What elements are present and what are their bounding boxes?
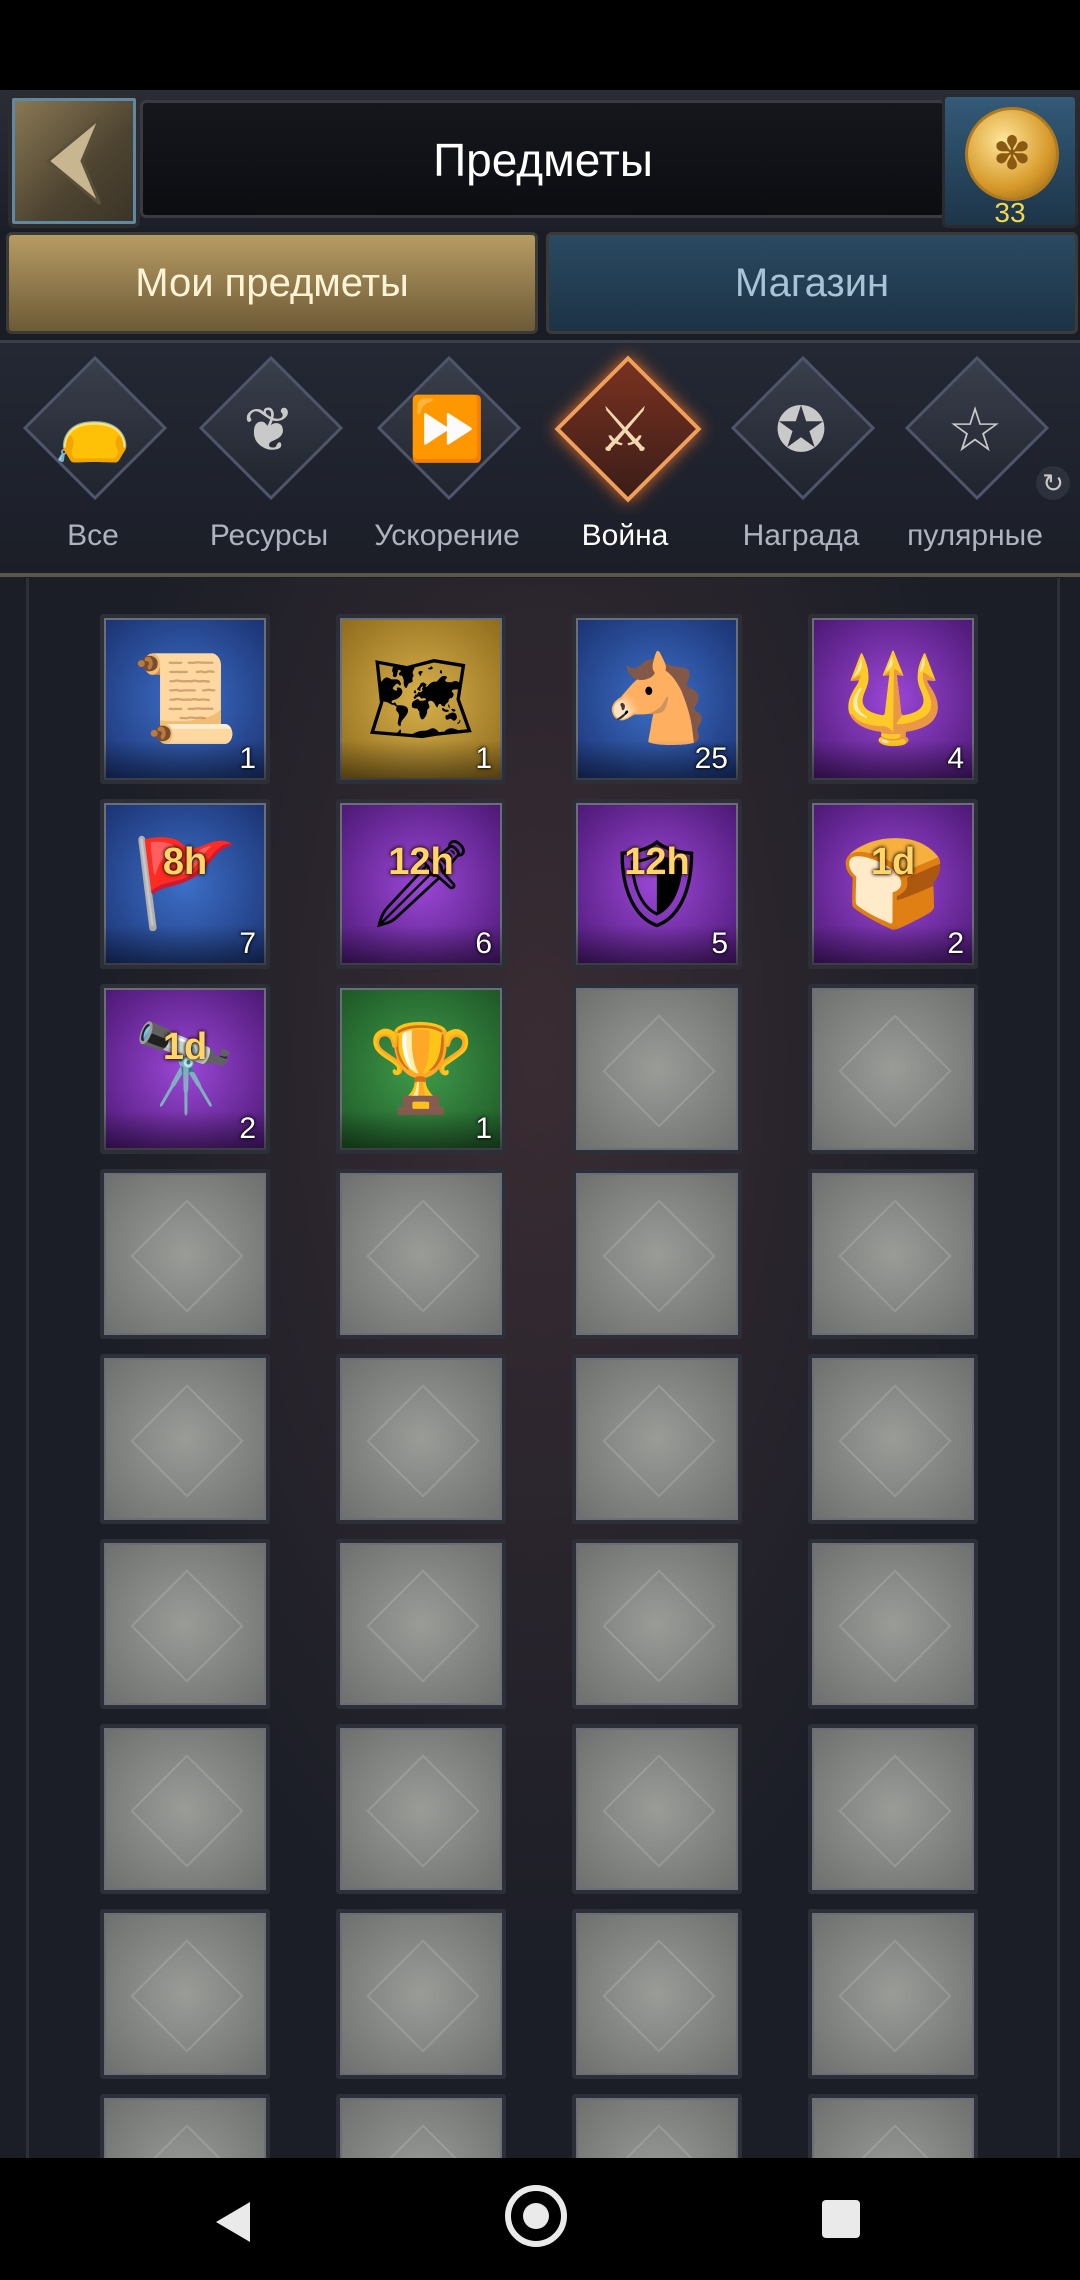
map-scroll-icon: 🗺 <box>366 651 476 747</box>
category-label: пулярные <box>907 519 1043 552</box>
item-slot[interactable]: 🚩 8h 7 <box>100 799 270 969</box>
item-slot[interactable]: 📜 1 <box>100 614 270 784</box>
category-label: Награда <box>742 519 860 552</box>
category-resources[interactable]: ❦ Ресурсы <box>180 343 358 563</box>
leaf-icon: ❦ <box>243 396 295 465</box>
item-slot[interactable]: 🗺 1 <box>336 614 506 784</box>
mystery-scroll-icon: 📜 <box>131 651 239 747</box>
item-duration-badge: 12h <box>388 841 454 883</box>
title-bar: Предметы <box>140 100 946 218</box>
item-quantity: 1 <box>239 742 256 775</box>
item-slot[interactable]: 🗡 12h 6 <box>336 799 506 969</box>
empty-slot <box>808 1724 978 1894</box>
item-quantity: 4 <box>947 742 964 775</box>
empty-slot <box>572 1169 742 1339</box>
coin-count: 33 <box>994 197 1026 228</box>
empty-slot <box>100 1169 270 1339</box>
empty-slot <box>100 1539 270 1709</box>
item-quantity: 5 <box>711 927 728 960</box>
category-reward[interactable]: ✪ Награда <box>712 343 890 563</box>
category-speedup[interactable]: ⏩ Ускорение <box>358 343 536 563</box>
empty-slot <box>336 1724 506 1894</box>
status-bar <box>0 0 1080 90</box>
category-label: Война <box>581 519 669 552</box>
empty-slot <box>336 1909 506 2079</box>
knight-rider-icon: 🐴 <box>603 651 711 747</box>
empty-slot <box>808 1909 978 2079</box>
item-quantity: 7 <box>239 927 256 960</box>
empty-slot <box>808 2094 978 2158</box>
star-badge-icon: ✪ <box>775 396 827 465</box>
item-duration-badge: 1d <box>870 841 916 883</box>
empty-slot <box>100 2094 270 2158</box>
item-slot[interactable]: 🔱 4 <box>808 614 978 784</box>
empty-slot <box>808 984 978 1154</box>
items-grid: 📜 1 🗺 1 🐴 25 🔱 4 🚩 8h 7 🗡 12h 6 🛡 12h 5 🍞 1d 2 🔭 1d 2 🏆 1 <box>0 578 1080 2158</box>
item-duration-badge: 8h <box>162 841 208 883</box>
fast-forward-icon: ⏩ <box>408 395 486 464</box>
empty-slot <box>336 1354 506 1524</box>
category-all[interactable]: 👝 Все <box>4 343 182 563</box>
coin-balance[interactable]: ✽ 33 <box>942 94 1078 228</box>
crossed-swords-icon: ⚔ <box>597 396 653 465</box>
refresh-icon[interactable]: ↻ <box>1036 466 1070 500</box>
empty-slot <box>336 1169 506 1339</box>
page-title: Предметы <box>433 134 653 186</box>
coin-icon: ✽ <box>965 107 1059 201</box>
category-label: Все <box>67 519 119 552</box>
empty-slot <box>336 2094 506 2158</box>
item-slot[interactable]: 🛡 12h 5 <box>572 799 742 969</box>
star-icon: ☆ <box>947 396 1003 465</box>
item-quantity: 25 <box>694 742 728 775</box>
empty-slot <box>572 2094 742 2158</box>
item-quantity: 1 <box>475 1112 492 1145</box>
empty-slot <box>100 1354 270 1524</box>
category-label: Ресурсы <box>209 519 329 552</box>
nav-home-icon[interactable] <box>505 2185 567 2247</box>
empty-slot <box>572 1909 742 2079</box>
item-slot[interactable]: 🐴 25 <box>572 614 742 784</box>
empty-slot <box>572 1354 742 1524</box>
item-duration-badge: 12h <box>624 841 690 883</box>
item-quantity: 2 <box>239 1112 256 1145</box>
empty-slot <box>100 1724 270 1894</box>
category-popular[interactable]: ☆ пулярные <box>886 343 1064 563</box>
empty-slot <box>572 984 742 1154</box>
empty-slot <box>100 1909 270 2079</box>
item-slot[interactable]: 🏆 1 <box>336 984 506 1154</box>
tab-my-items[interactable]: Мои предметы <box>6 232 538 334</box>
nav-recents-icon[interactable] <box>822 2200 860 2238</box>
item-quantity: 2 <box>947 927 964 960</box>
category-label: Ускорение <box>374 519 520 552</box>
spears-icon: 🔱 <box>839 651 947 747</box>
system-nav-bar <box>0 2158 1080 2280</box>
empty-slot <box>808 1539 978 1709</box>
trophy-card-icon: 🏆 <box>367 1021 475 1117</box>
tab-shop[interactable]: Магазин <box>546 232 1078 334</box>
nav-back-icon[interactable] <box>216 2202 250 2242</box>
back-button[interactable] <box>8 94 140 228</box>
category-war[interactable]: ⚔ Война <box>536 343 714 563</box>
category-strip: 👝 Все ❦ Ресурсы ⏩ Ускорение ⚔ Война ✪ На… <box>0 340 1080 577</box>
back-arrow-icon <box>45 116 102 206</box>
item-slot[interactable]: 🍞 1d 2 <box>808 799 978 969</box>
item-duration-badge: 1d <box>162 1026 208 1068</box>
empty-slot <box>572 1539 742 1709</box>
item-quantity: 1 <box>475 742 492 775</box>
item-slot[interactable]: 🔭 1d 2 <box>100 984 270 1154</box>
empty-slot <box>808 1354 978 1524</box>
empty-slot <box>336 1539 506 1709</box>
empty-slot <box>808 1169 978 1339</box>
bag-icon: 👝 <box>54 395 132 464</box>
empty-slot <box>572 1724 742 1894</box>
item-quantity: 6 <box>475 927 492 960</box>
